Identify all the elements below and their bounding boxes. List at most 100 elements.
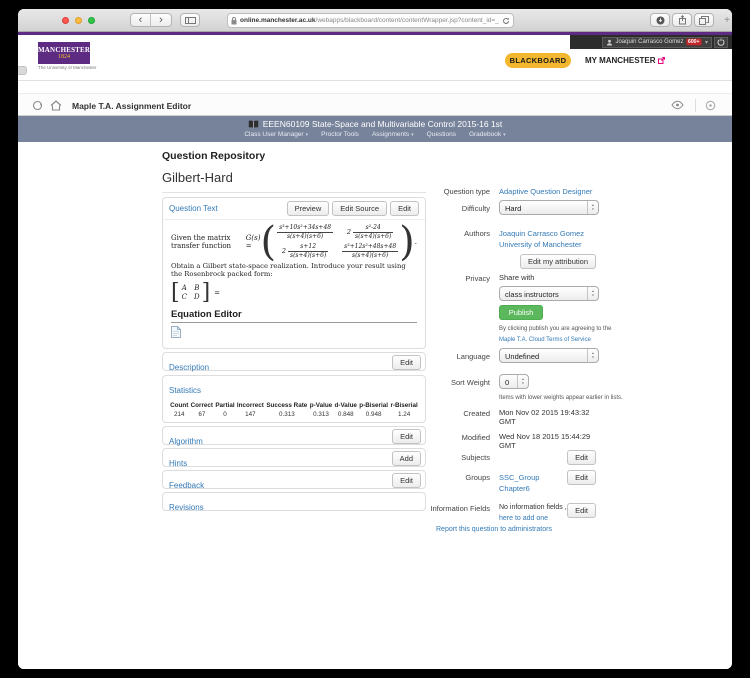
terms-link[interactable]: Maple T.A. Cloud Terms of Service: [499, 337, 591, 343]
statistics-panel: Statistics CountCorrect PartialIncorrect…: [162, 375, 426, 423]
refresh-icon[interactable]: [32, 100, 43, 111]
groups-edit-button[interactable]: Edit: [567, 470, 596, 485]
back-button[interactable]: ‹: [131, 14, 151, 26]
sidebar-toggle-button[interactable]: [180, 13, 200, 27]
address-bar[interactable]: online.manchester.ac.uk/webapps/blackboa…: [227, 13, 514, 28]
created-row: Created Mon Nov 02 2015 19:43:32 GMT: [430, 408, 596, 426]
my-manchester-link[interactable]: MY MANCHESTER: [585, 56, 665, 65]
my-manchester-label: MY MANCHESTER: [585, 56, 656, 65]
tabs-icon: [699, 16, 709, 25]
menu-gradebook[interactable]: Gradebook▾: [469, 131, 506, 138]
reload-icon[interactable]: [502, 17, 510, 25]
screenshot-frame: { "glyphs": { "back":"‹", "forward":"›",…: [0, 0, 750, 678]
minimize-window-button[interactable]: [75, 17, 82, 24]
question-name: Gilbert-Hard: [162, 170, 426, 193]
subjects-row: Subjects Edit: [430, 452, 596, 468]
revisions-panel: Revisions: [162, 492, 426, 511]
tool-title: Maple T.A. Assignment Editor: [72, 101, 191, 111]
power-icon: [717, 38, 725, 46]
blackboard-tab-button[interactable]: BLACKBOARD: [505, 53, 571, 68]
left-bracket: [: [171, 283, 180, 303]
author-org-link[interactable]: University of Manchester: [499, 239, 596, 250]
statistics-link[interactable]: Statistics: [169, 386, 201, 395]
lock-icon: [231, 17, 237, 25]
logo-year: 1824: [38, 54, 90, 60]
new-tab-button[interactable]: +: [724, 15, 730, 26]
algorithm-edit-button[interactable]: Edit: [392, 429, 421, 444]
select-arrows-icon: ▲▼: [587, 201, 598, 214]
description-edit-button[interactable]: Edit: [392, 355, 421, 370]
bb-toolbar: Maple T.A. Assignment Editor: [18, 93, 732, 116]
revisions-link[interactable]: Revisions: [169, 503, 204, 512]
book-icon: [248, 120, 259, 129]
page-title: Question Repository: [162, 150, 426, 162]
question-type-row: Question type Adaptive Question Designer: [430, 186, 596, 197]
question-type-link[interactable]: Adaptive Question Designer: [499, 186, 596, 197]
edit-source-button[interactable]: Edit Source: [332, 201, 387, 216]
frame-collapse-tab[interactable]: [18, 66, 27, 75]
description-link[interactable]: Description: [169, 363, 209, 372]
feedback-link[interactable]: Feedback: [169, 481, 204, 490]
transfer-matrix: s³+10s²+34s+48s(s+4)(s+6) 2s²-24s(s+4)(s…: [277, 224, 398, 259]
share-with-select[interactable]: class instructors ▲▼: [499, 286, 599, 301]
transfer-function-equation: Given the matrix transfer function G(s) …: [171, 224, 417, 259]
question-text-link[interactable]: Question Text: [169, 204, 218, 213]
university-logo[interactable]: MANCHESTER 1824: [38, 42, 90, 64]
user-bar: Joaquin Carrasco Gomez 600+ ▾: [570, 35, 732, 49]
difficulty-select[interactable]: Hard ▲▼: [499, 200, 599, 215]
url-text: online.manchester.ac.uk/webapps/blackboa…: [240, 17, 499, 24]
course-title: EEEN60109 State-Space and Multivariable …: [263, 119, 503, 129]
sort-weight-select[interactable]: 0 ▲▼: [499, 374, 529, 389]
feedback-edit-button[interactable]: Edit: [392, 473, 421, 488]
browser-chrome: ‹ › online.manchester.ac.uk/webapps/blac…: [18, 9, 732, 32]
publish-button[interactable]: Publish: [499, 305, 543, 320]
menu-class-user-manager[interactable]: Class User Manager▾: [244, 131, 308, 138]
toolbar-separator: [695, 99, 696, 112]
hints-link[interactable]: Hints: [169, 459, 187, 468]
course-menu: Class User Manager▾ Proctor Tools Assign…: [18, 131, 732, 138]
report-question-link[interactable]: Report this question to administrators: [436, 526, 552, 533]
authors-row: Authors Joaquin Carrasco Gomez Universit…: [430, 228, 596, 274]
browser-window: ‹ › online.manchester.ac.uk/webapps/blac…: [18, 9, 732, 669]
rosenbrock-matrix: [ AB CD ] =: [171, 283, 417, 303]
caret-down-icon: ▾: [411, 132, 414, 138]
home-icon[interactable]: [50, 100, 62, 111]
right-paren: ): [399, 225, 415, 259]
author-name-link[interactable]: Joaquin Carrasco Gomez: [499, 228, 596, 239]
info-fields-edit-button[interactable]: Edit: [567, 503, 596, 518]
eye-icon[interactable]: [671, 100, 684, 110]
user-avatar-icon: [606, 39, 613, 46]
question-text-panel: Question Text Preview Edit Source Edit G…: [162, 197, 426, 349]
menu-questions[interactable]: Questions: [427, 131, 456, 138]
subjects-edit-button[interactable]: Edit: [567, 450, 596, 465]
algorithm-link[interactable]: Algorithm: [169, 437, 203, 446]
created-value: Mon Nov 02 2015 19:43:32 GMT: [499, 408, 596, 426]
course-header: EEEN60109 State-Space and Multivariable …: [18, 116, 732, 142]
close-window-button[interactable]: [62, 17, 69, 24]
share-with-label: Share with: [499, 273, 534, 282]
tab-overview-button[interactable]: [694, 13, 714, 27]
description-panel: Description Edit: [162, 352, 426, 371]
sort-weight-row: Sort Weight 0 ▲▼ Items with lower weight…: [430, 374, 596, 401]
share-button[interactable]: [672, 13, 692, 27]
information-fields-row: Information Fields No information fields…: [430, 503, 596, 524]
sidebar-icon: [185, 17, 196, 24]
modified-value: Wed Nov 18 2015 15:44:29 GMT: [499, 432, 596, 450]
edit-question-button[interactable]: Edit: [390, 201, 419, 216]
hints-add-button[interactable]: Add: [392, 451, 421, 466]
preview-button[interactable]: Preview: [287, 201, 330, 216]
downloads-button[interactable]: [650, 13, 670, 27]
forward-button[interactable]: ›: [151, 14, 171, 26]
user-menu[interactable]: Joaquin Carrasco Gomez 600+ ▾: [602, 37, 712, 48]
document-icon[interactable]: [171, 326, 181, 338]
question-body: Given the matrix transfer function G(s) …: [163, 220, 425, 349]
zoom-window-button[interactable]: [88, 17, 95, 24]
logout-button[interactable]: [714, 37, 728, 48]
language-select[interactable]: Undefined ▲▼: [499, 348, 599, 363]
help-circle-icon[interactable]: [705, 100, 716, 111]
menu-proctor-tools[interactable]: Proctor Tools: [321, 131, 359, 138]
external-link-icon: [658, 57, 665, 64]
menu-assignments[interactable]: Assignments▾: [372, 131, 414, 138]
edit-attribution-button[interactable]: Edit my attribution: [520, 254, 596, 269]
nav-buttons: ‹ ›: [130, 13, 172, 27]
